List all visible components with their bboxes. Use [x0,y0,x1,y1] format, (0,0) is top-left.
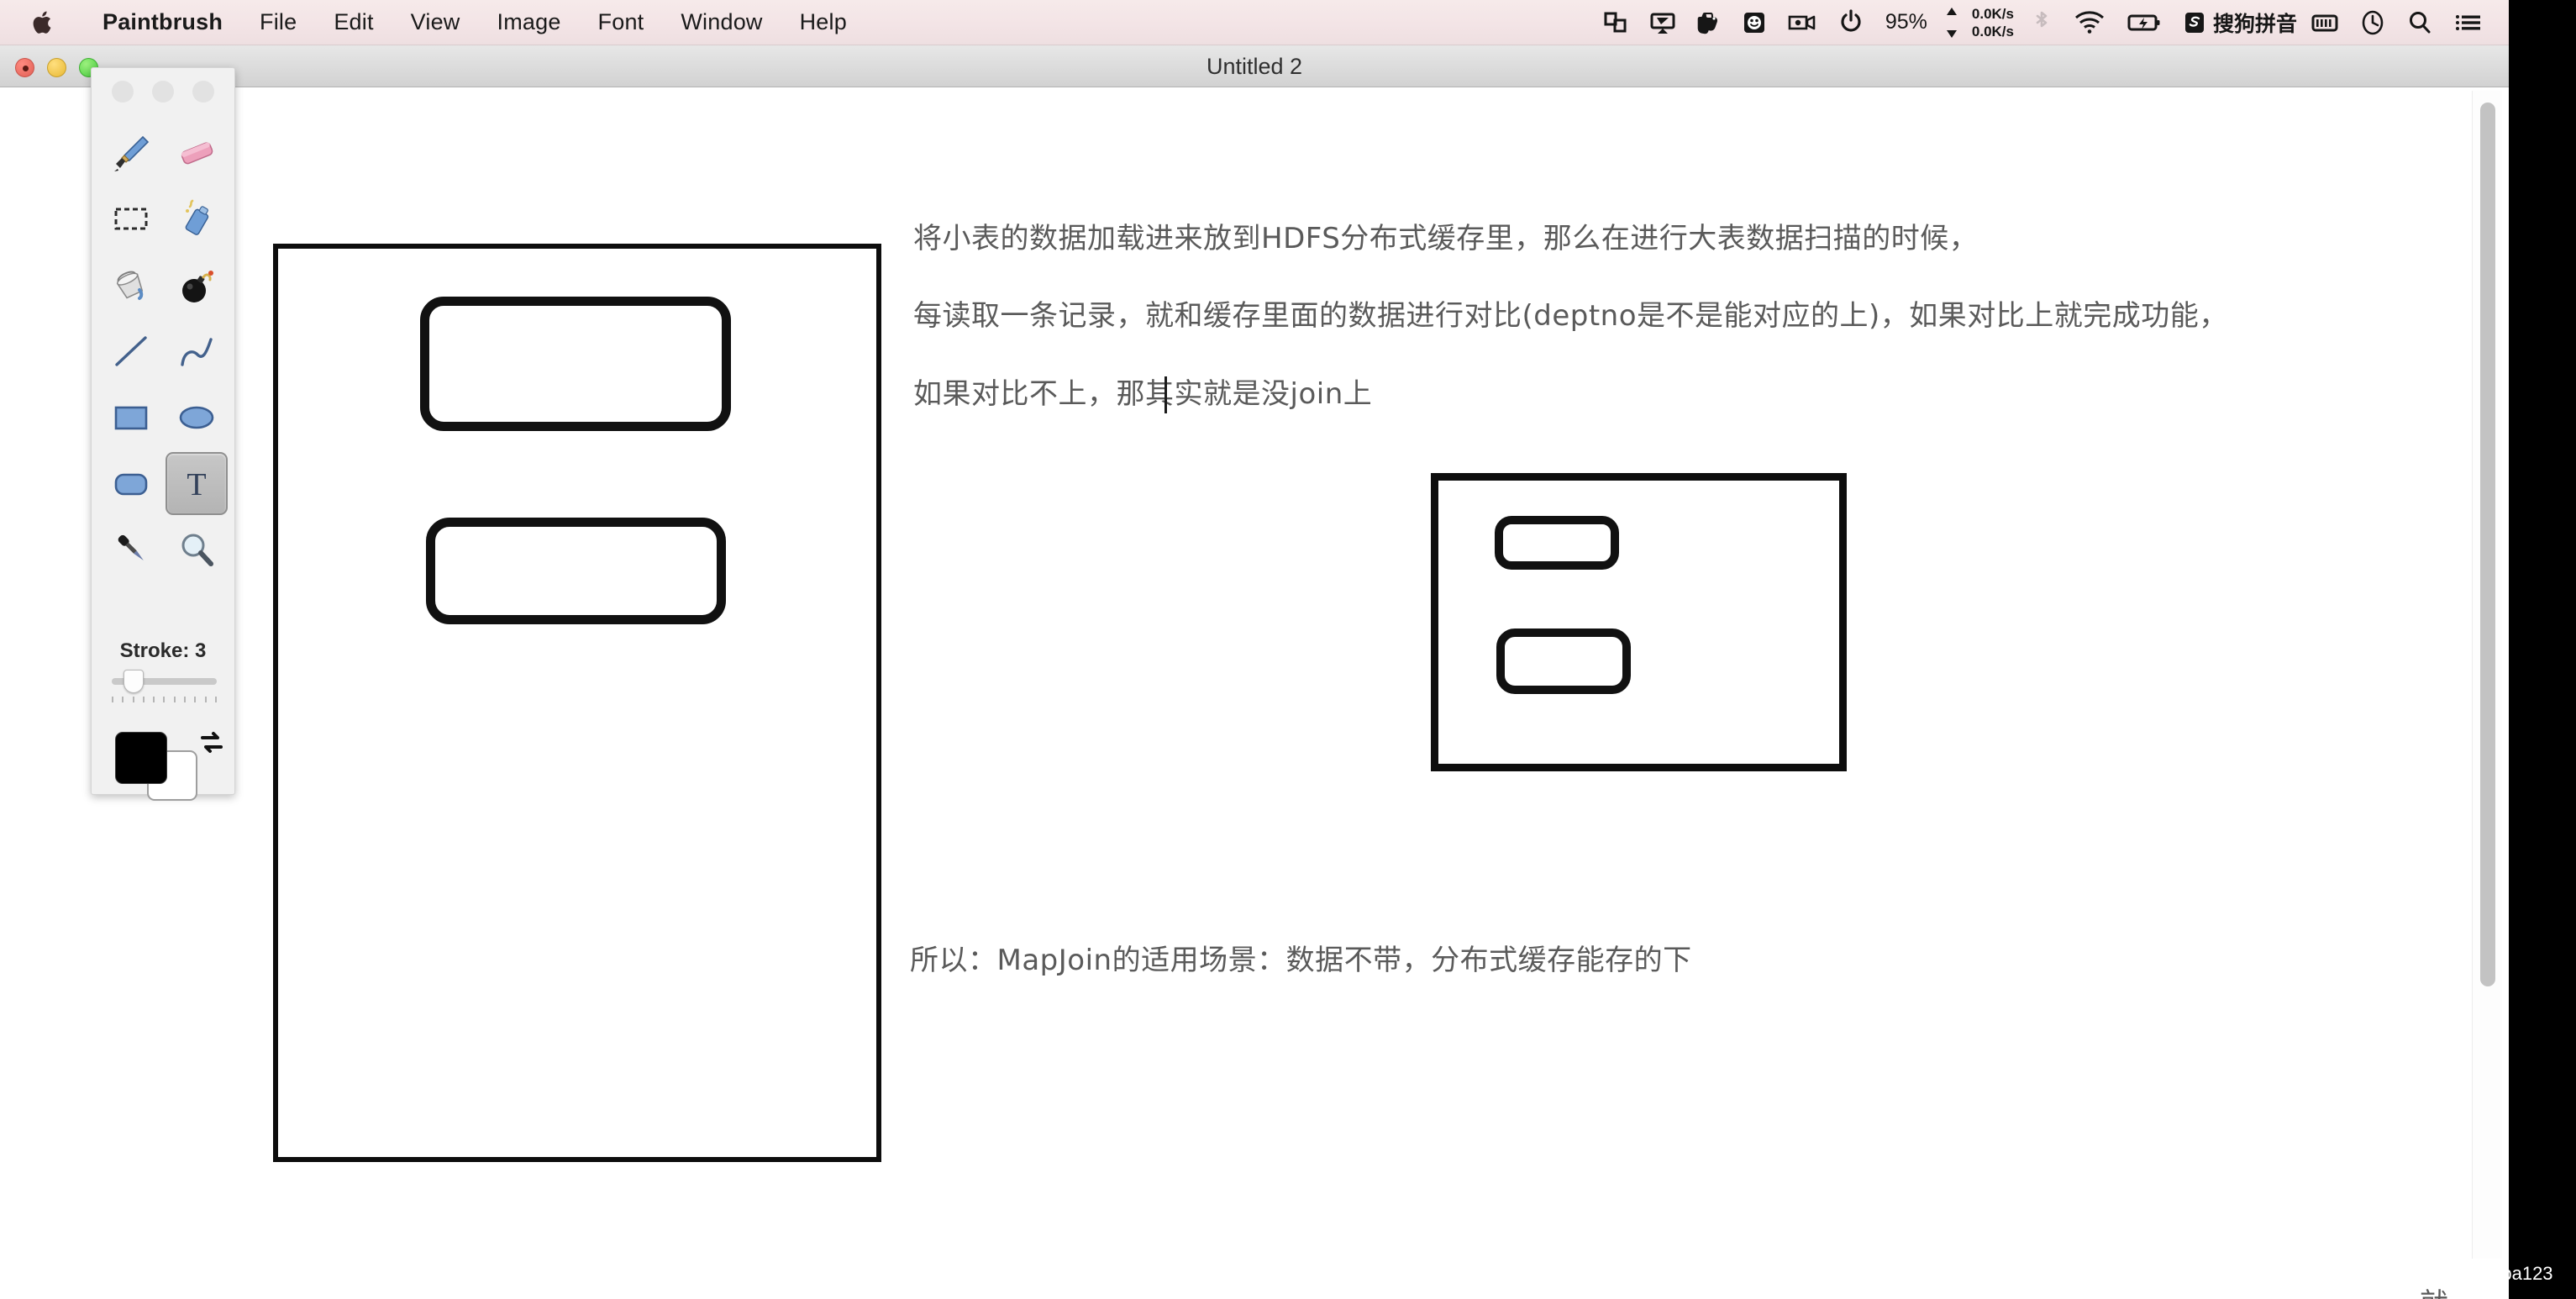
menu-item-view[interactable]: View [392,0,479,45]
line-tool[interactable] [100,319,162,382]
keyboard-icon[interactable] [2300,0,2349,45]
color-wells [110,732,223,801]
rectangle-tool[interactable] [100,386,162,449]
eyedropper-tool[interactable] [100,518,162,581]
ellipse-tool[interactable] [166,386,228,449]
paintbrush-window: Untitled 2 将小表的数据加载进来放到HDFS分布式缓存里，那么在进行大… [0,45,2509,1299]
search-icon[interactable] [2396,0,2443,45]
bomb-tool[interactable] [166,253,228,316]
palette-minimize-button[interactable] [152,81,174,103]
rounded-rectangle-top-left [420,297,731,431]
stroke-slider[interactable] [112,670,217,693]
menu-item-window[interactable]: Window [662,0,781,45]
curve-tool[interactable] [166,319,228,382]
menu-item-image[interactable]: Image [479,0,580,45]
window-title: Untitled 2 [1206,53,1303,79]
power-ring-icon[interactable] [1827,0,1874,45]
menu-item-edit[interactable]: Edit [315,0,392,45]
slider-tick [194,697,197,702]
canvas-text-partial: 就 [2420,1281,2448,1299]
wifi-icon[interactable] [2063,0,2116,45]
slider-tick [132,697,134,702]
slider-tick [204,697,207,702]
tool-palette-window[interactable]: T Stroke: 3 [91,67,235,801]
slider-tick [163,697,166,702]
screen: Paintbrush File Edit View Image Font Win… [0,0,2576,1299]
battery-charging-icon[interactable] [2116,0,2172,45]
canvas-area[interactable]: 将小表的数据加载进来放到HDFS分布式缓存里，那么在进行大表数据扫描的时候， 每… [0,87,2509,1299]
tool-grid: T [100,120,228,581]
spray-can-tool[interactable] [166,187,228,250]
smiley-face-icon[interactable] [1732,0,1777,45]
slider-tick [173,697,176,702]
up-down-arrows-icon [1938,0,1965,45]
slider-tick [184,697,187,702]
evernote-elephant-icon[interactable] [1686,0,1732,45]
clock-icon[interactable] [2349,0,2396,45]
foreground-color-swatch[interactable] [115,732,167,784]
rectangle-right [1431,473,1847,771]
menu-item-file[interactable]: File [241,0,315,45]
rectangle-select-tool[interactable] [100,187,162,250]
bluetooth-icon[interactable] [2021,0,2063,45]
menu-bar-status-area: 95% 0.0K/s 0.0K/s 搜狗拼音 [1592,0,2509,45]
paint-bucket-tool[interactable] [100,253,162,316]
svg-text:T: T [187,467,206,502]
stroke-slider-knob[interactable] [124,670,144,693]
network-upload-speed: 0.0K/s [1971,5,2014,22]
text-tool[interactable]: T [166,452,228,515]
watermark-text-tail: xiaoba123 [2468,1263,2553,1284]
paintbrush-tool[interactable] [100,120,162,183]
battery-percent-label: 95% [1885,10,1927,34]
slider-tick [153,697,155,702]
slider-tick [214,697,217,702]
window-title-bar[interactable]: Untitled 2 [0,45,2509,87]
sogou-label: 搜狗拼音 [2212,12,2297,36]
stroke-slider-ticks [112,697,217,707]
slider-tick [142,697,145,702]
sogou-input-method[interactable]: 搜狗拼音 [2172,0,2300,45]
rounded-rectangle-tool[interactable] [100,452,162,515]
menu-item-paintbrush[interactable]: Paintbrush [84,0,241,45]
airplay-display-icon[interactable] [1639,0,1686,45]
network-speed-indicator: 0.0K/s 0.0K/s [1965,0,2021,45]
menu-item-help[interactable]: Help [781,0,865,45]
network-download-speed: 0.0K/s [1971,23,2014,39]
palette-title-bar[interactable] [92,68,234,115]
canvas-text-line-1: 将小表的数据加载进来放到HDFS分布式缓存里，那么在进行大表数据扫描的时候， [913,222,1979,255]
apple-logo-icon[interactable] [32,9,55,36]
slider-tick [112,697,113,702]
canvas-text-line-2: 每读取一条记录，就和缓存里面的数据进行对比(deptno是不是能对应的上)，如果… [913,299,2228,333]
eraser-tool[interactable] [166,120,228,183]
stroke-label: Stroke: 3 [119,639,207,662]
menu-bar-left: Paintbrush File Edit View Image Font Win… [0,0,865,45]
menu-item-font[interactable]: Font [580,0,663,45]
palette-close-button[interactable] [112,81,134,103]
palette-maximize-button[interactable] [192,81,214,103]
canvas-text-line-3: 如果对比不上，那其实就是没join上 [913,377,1373,411]
canvas-sheet[interactable]: 将小表的数据加载进来放到HDFS分布式缓存里，那么在进行大表数据扫描的时候， 每… [0,87,2479,1299]
rounded-rectangle-bottom-left [426,518,726,624]
rounded-rectangle-bottom-right [1496,628,1631,694]
vertical-scrollbar[interactable] [2472,91,2502,1259]
canvas-text-conclusion: 所以：MapJoin的适用场景：数据不带，分布式缓存能存的下 [910,944,1692,977]
magnifier-tool[interactable] [166,518,228,581]
control-center-list-icon[interactable] [2443,0,2494,45]
menu-bar: Paintbrush File Edit View Image Font Win… [0,0,2509,45]
slider-tick [122,697,124,702]
duplicate-windows-icon[interactable] [1592,0,1639,45]
swap-colors-icon[interactable] [197,728,226,761]
video-record-icon[interactable] [1777,0,1827,45]
text-cursor-icon [1164,376,1167,413]
rounded-rectangle-top-right [1495,516,1619,570]
vertical-scrollbar-thumb[interactable] [2480,103,2495,986]
